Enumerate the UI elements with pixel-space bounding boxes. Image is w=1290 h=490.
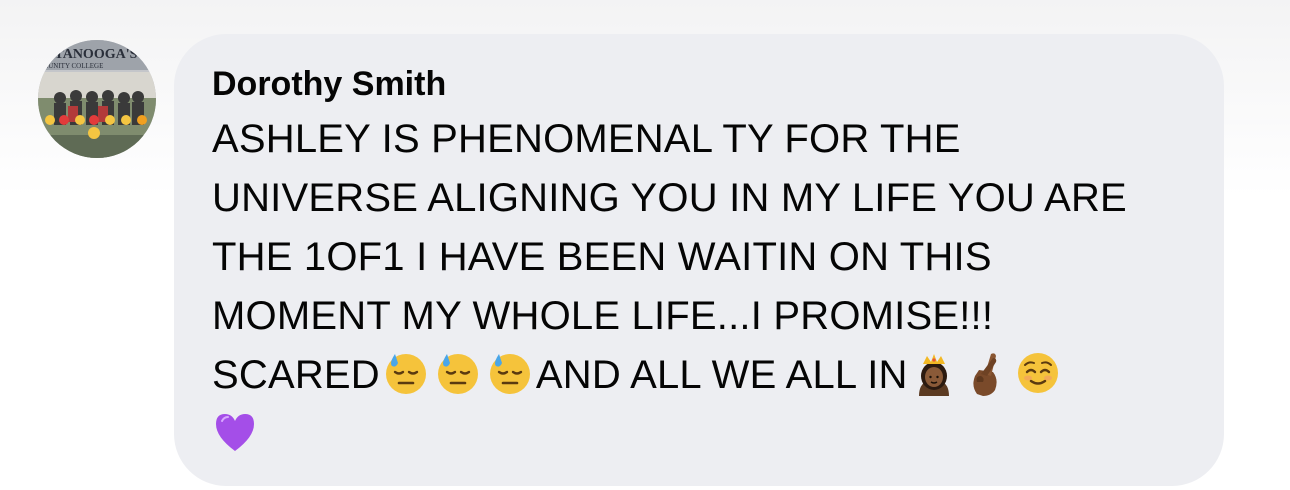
comment-line: UNIVERSE ALIGNING YOU IN MY LIFE YOU ARE bbox=[212, 176, 1127, 220]
comment-author[interactable]: Dorothy Smith bbox=[212, 64, 1194, 104]
downcast-face-with-sweat-icon bbox=[435, 350, 481, 396]
comment-bubble: Dorothy Smith ASHLEY IS PHENOMENAL TY FO… bbox=[174, 34, 1224, 486]
comment-line bbox=[212, 405, 1194, 464]
relieved-face-icon bbox=[1015, 350, 1061, 396]
comment-text: ASHLEY IS PHENOMENAL TY FOR THE UNIVERSE… bbox=[212, 110, 1194, 464]
avatar-photo: ATTANOOGA'S MUNITY COLLEGE bbox=[38, 40, 156, 158]
comment-text-scared: SCARED bbox=[212, 353, 380, 397]
comment-line: MOMENT MY WHOLE LIFE...I PROMISE!!! bbox=[212, 294, 994, 338]
avatar[interactable]: ATTANOOGA'S MUNITY COLLEGE bbox=[38, 40, 156, 158]
avatar-banner-text: ATTANOOGA'S bbox=[38, 47, 138, 62]
purple-heart-icon bbox=[212, 409, 258, 455]
downcast-face-with-sweat-icon bbox=[487, 350, 533, 396]
comment-line: SCARED AND ALL WE ALL IN bbox=[212, 346, 1194, 405]
comment-thread: ATTANOOGA'S MUNITY COLLEGE Dorothy Smith… bbox=[0, 0, 1290, 490]
comment-line: THE 1OF1 I HAVE BEEN WAITIN ON THIS bbox=[212, 235, 992, 279]
crossed-fingers-icon bbox=[963, 350, 1009, 396]
downcast-face-with-sweat-icon bbox=[383, 350, 429, 396]
princess-icon bbox=[911, 350, 957, 396]
avatar-banner-subtext: MUNITY COLLEGE bbox=[42, 62, 103, 70]
comment-text-all-in: AND ALL WE ALL IN bbox=[535, 353, 908, 397]
comment-line: ASHLEY IS PHENOMENAL TY FOR THE bbox=[212, 117, 961, 161]
